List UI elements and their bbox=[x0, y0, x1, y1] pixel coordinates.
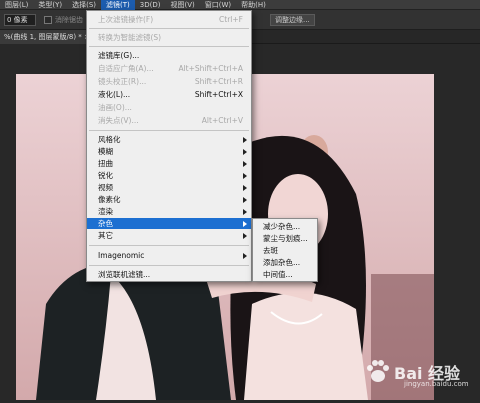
menu-item-label: 消失点(V)... bbox=[98, 116, 139, 125]
menu-item-label: 像素化 bbox=[98, 195, 121, 204]
watermark-url: jingyan.baidu.com bbox=[404, 380, 469, 388]
menu-item-liquify[interactable]: 液化(L)... Shift+Ctrl+X bbox=[87, 89, 251, 100]
paw-logo-icon bbox=[367, 360, 389, 382]
anti-alias-checkbox[interactable] bbox=[44, 16, 52, 24]
menu-item-vanishing-point[interactable]: 消失点(V)... Alt+Ctrl+V bbox=[87, 115, 251, 126]
menu-item-blur[interactable]: 模糊 bbox=[87, 146, 251, 157]
menu-item-stylize[interactable]: 风格化 bbox=[87, 134, 251, 145]
menu-item-video[interactable]: 视频 bbox=[87, 182, 251, 193]
menu-type[interactable]: 类型(Y) bbox=[33, 0, 67, 10]
refine-edge-button[interactable]: 调整边缘... bbox=[270, 14, 315, 26]
menu-item-label: 模糊 bbox=[98, 147, 113, 156]
submenu-arrow-icon bbox=[243, 137, 247, 143]
submenu-arrow-icon bbox=[243, 149, 247, 155]
menu-item-label: 滤镜库(G)... bbox=[98, 51, 140, 60]
menu-item-shortcut: Ctrl+F bbox=[219, 15, 243, 24]
submenu-item-reduce-noise[interactable]: 减少杂色... bbox=[253, 221, 317, 233]
submenu-arrow-icon bbox=[243, 161, 247, 167]
menu-separator bbox=[89, 265, 249, 266]
menu-item-label: 液化(L)... bbox=[98, 90, 131, 99]
menu-item-shortcut: Shift+Ctrl+X bbox=[194, 90, 243, 99]
menu-layer[interactable]: 图层(L) bbox=[0, 0, 33, 10]
submenu-arrow-icon bbox=[243, 253, 247, 259]
menu-item-label: 自适应广角(A)... bbox=[98, 64, 154, 73]
menu-separator bbox=[89, 28, 249, 29]
menu-item-label: 转换为智能滤镜(S) bbox=[98, 33, 162, 42]
menu-item-label: 镜头校正(R)... bbox=[98, 77, 147, 86]
menu-filter[interactable]: 滤镜(T) bbox=[101, 0, 135, 10]
submenu-item-despeckle[interactable]: 去斑 bbox=[253, 245, 317, 257]
menu-help[interactable]: 帮助(H) bbox=[236, 0, 271, 10]
menu-bar: 图层(L) 类型(Y) 选择(S) 滤镜(T) 3D(D) 视图(V) 窗口(W… bbox=[0, 0, 480, 10]
menu-item-distort[interactable]: 扭曲 bbox=[87, 158, 251, 169]
menu-window[interactable]: 窗口(W) bbox=[200, 0, 236, 10]
filter-menu: 上次滤镜操作(F) Ctrl+F 转换为智能滤镜(S) 滤镜库(G)... 自适… bbox=[86, 10, 252, 282]
submenu-item-dust-and-scratches[interactable]: 蒙尘与划痕... bbox=[253, 233, 317, 245]
submenu-arrow-icon bbox=[243, 209, 247, 215]
menu-separator bbox=[89, 245, 249, 246]
menu-3d[interactable]: 3D(D) bbox=[135, 0, 166, 10]
menu-item-lens-correction[interactable]: 镜头校正(R)... Shift+Ctrl+R bbox=[87, 76, 251, 87]
submenu-arrow-icon bbox=[243, 221, 247, 227]
menu-item-other[interactable]: 其它 bbox=[87, 230, 251, 241]
submenu-item-add-noise[interactable]: 添加杂色... bbox=[253, 257, 317, 269]
anti-alias-label: 消除锯齿 bbox=[55, 16, 83, 24]
noise-submenu: 减少杂色... 蒙尘与划痕... 去斑 添加杂色... 中间值... bbox=[252, 218, 318, 282]
menu-item-label: 上次滤镜操作(F) bbox=[98, 15, 154, 24]
menu-item-label: 扭曲 bbox=[98, 159, 113, 168]
menu-item-label: 渲染 bbox=[98, 207, 113, 216]
menu-item-adaptive-wide-angle[interactable]: 自适应广角(A)... Alt+Shift+Ctrl+A bbox=[87, 63, 251, 74]
menu-select[interactable]: 选择(S) bbox=[67, 0, 101, 10]
menu-item-label: 其它 bbox=[98, 231, 113, 240]
menu-item-last-filter[interactable]: 上次滤镜操作(F) Ctrl+F bbox=[87, 14, 251, 25]
menu-item-label: 浏览联机滤镜... bbox=[98, 270, 151, 279]
submenu-arrow-icon bbox=[243, 233, 247, 239]
menu-item-shortcut: Shift+Ctrl+R bbox=[194, 77, 243, 86]
menu-item-label: 油画(O)... bbox=[98, 103, 132, 112]
menu-item-render[interactable]: 渲染 bbox=[87, 206, 251, 217]
menu-item-imagenomic[interactable]: Imagenomic bbox=[87, 250, 251, 261]
menu-item-shortcut: Alt+Shift+Ctrl+A bbox=[178, 64, 243, 73]
menu-item-shortcut: Alt+Ctrl+V bbox=[201, 116, 243, 125]
menu-item-oil-paint[interactable]: 油画(O)... bbox=[87, 102, 251, 113]
menu-item-sharpen[interactable]: 锐化 bbox=[87, 170, 251, 181]
submenu-arrow-icon bbox=[243, 185, 247, 191]
menu-item-convert-smart-filter[interactable]: 转换为智能滤镜(S) bbox=[87, 32, 251, 43]
menu-item-label: 风格化 bbox=[98, 135, 121, 144]
menu-item-label: 视频 bbox=[98, 183, 113, 192]
menu-separator bbox=[89, 46, 249, 47]
menu-item-browse-online-filters[interactable]: 浏览联机滤镜... bbox=[87, 269, 251, 280]
menu-item-filter-gallery[interactable]: 滤镜库(G)... bbox=[87, 50, 251, 61]
submenu-item-median[interactable]: 中间值... bbox=[253, 269, 317, 281]
menu-item-label: Imagenomic bbox=[98, 251, 145, 260]
menu-view[interactable]: 视图(V) bbox=[165, 0, 199, 10]
menu-item-pixelate[interactable]: 像素化 bbox=[87, 194, 251, 205]
baidu-watermark: Bai 经验 jingyan.baidu.com bbox=[364, 352, 474, 392]
menu-item-label: 锐化 bbox=[98, 171, 113, 180]
menu-item-label: 杂色 bbox=[98, 219, 113, 228]
feather-field[interactable]: 0 像素 bbox=[4, 14, 36, 26]
menu-separator bbox=[89, 130, 249, 131]
submenu-arrow-icon bbox=[243, 173, 247, 179]
document-tab[interactable]: %(曲线 1, 图层蒙版/8) * × bbox=[0, 30, 94, 44]
submenu-arrow-icon bbox=[243, 197, 247, 203]
menu-item-noise[interactable]: 杂色 bbox=[87, 218, 251, 229]
